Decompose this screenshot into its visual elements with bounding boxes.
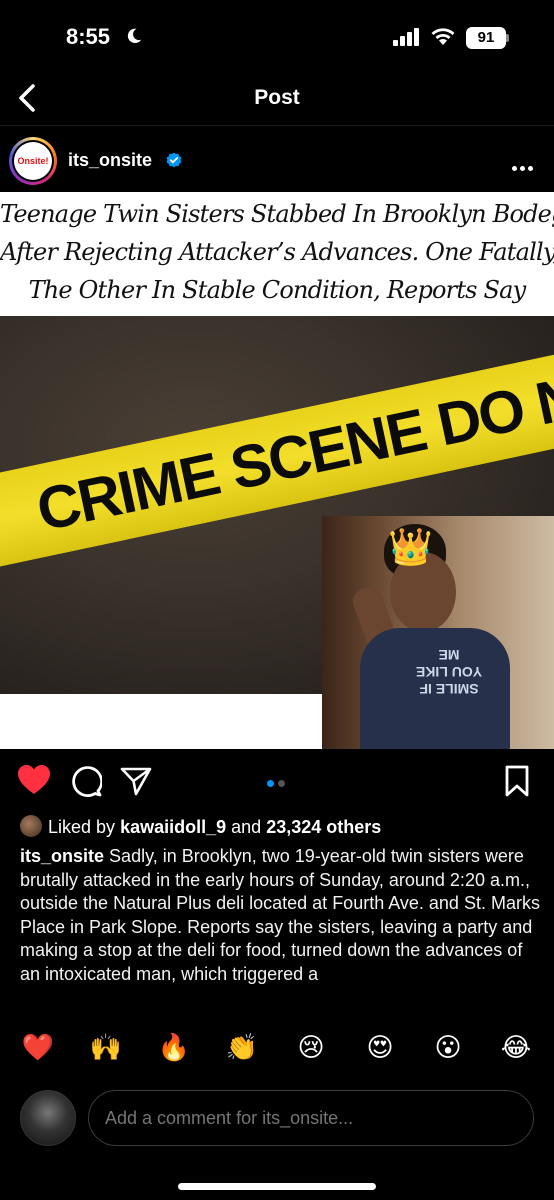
comment-bar — [0, 1088, 554, 1150]
post-image[interactable]: Teenage Twin Sisters Stabbed In Brooklyn… — [0, 192, 554, 749]
moon-icon — [127, 28, 142, 44]
post-caption[interactable]: its_onsite Sadly, in Brooklyn, two 19-ye… — [20, 845, 540, 1015]
post-actions — [0, 760, 554, 804]
page-title: Post — [254, 86, 300, 109]
liker-username[interactable]: kawaiidoll_9 — [120, 817, 226, 837]
avatar-logo: Onsite! — [14, 142, 52, 180]
headline-line: The Other In Stable Condition, Reports S… — [28, 276, 527, 304]
reaction-clapping[interactable]: 👏 — [222, 1032, 262, 1063]
image-white-strip — [0, 694, 322, 749]
story-avatar[interactable]: Onsite! — [9, 137, 57, 185]
caption-username[interactable]: its_onsite — [20, 846, 104, 866]
likes-joiner: and — [231, 817, 262, 837]
headline-line: After Rejecting Attacker’s Advances. One… — [0, 238, 554, 266]
battery-icon: 91 — [466, 27, 506, 49]
image-headline: Teenage Twin Sisters Stabbed In Brooklyn… — [0, 192, 554, 316]
victim-portrait: SMILE IF YOU LIKE ME 👑 — [322, 516, 554, 749]
reaction-surprised[interactable]: 😮 — [428, 1032, 468, 1063]
signal-icon — [393, 28, 419, 46]
wifi-icon — [431, 28, 455, 45]
likes-prefix: Liked by — [48, 817, 116, 837]
carousel-dots — [267, 774, 289, 792]
shirt-print: SMILE IF YOU LIKE ME — [415, 647, 483, 697]
likes-count[interactable]: 23,324 others — [266, 817, 381, 837]
reaction-red-heart[interactable]: ❤️ — [18, 1032, 58, 1063]
liker-avatar — [20, 815, 42, 837]
crown-emoji: 👑 — [388, 526, 433, 567]
status-bar: 8:55 91 — [0, 0, 554, 72]
headline-line: Teenage Twin Sisters Stabbed In Brooklyn… — [0, 200, 554, 228]
reaction-laughing[interactable]: 😂 — [496, 1032, 536, 1063]
bookmark-icon[interactable] — [504, 765, 530, 797]
reaction-heart-eyes[interactable]: 😍 — [360, 1032, 400, 1063]
crime-scene-photo: CRIME SCENE DO NOT CROSS SMILE IF YOU LI… — [0, 302, 554, 749]
post-header: Onsite! its_onsite — [0, 128, 554, 192]
nav-bar: Post — [0, 72, 554, 126]
quick-reactions: ❤️ 🙌 🔥 👏 😢 😍 😮 😂 — [0, 1032, 554, 1072]
share-icon[interactable] — [120, 766, 152, 796]
home-indicator[interactable] — [178, 1183, 376, 1190]
verified-badge-icon — [166, 152, 182, 168]
caption-text: Sadly, in Brooklyn, two 19-year-old twin… — [20, 846, 540, 984]
reaction-raised-hands[interactable]: 🙌 — [86, 1032, 126, 1063]
carousel-dot-active — [267, 780, 274, 787]
comment-icon[interactable] — [70, 765, 102, 797]
reaction-fire[interactable]: 🔥 — [154, 1032, 194, 1063]
avatar — [20, 1090, 76, 1146]
post-username[interactable]: its_onsite — [68, 150, 152, 171]
heart-icon[interactable] — [17, 764, 51, 796]
ellipsis-icon[interactable] — [512, 158, 536, 176]
status-time: 8:55 — [66, 24, 111, 49]
carousel-dot — [278, 780, 285, 787]
reaction-crying[interactable]: 😢 — [291, 1032, 331, 1063]
likes-summary[interactable]: Liked by kawaiidoll_9 and 23,324 others — [20, 815, 540, 841]
comment-input[interactable] — [88, 1090, 534, 1146]
battery-tip — [506, 34, 509, 42]
